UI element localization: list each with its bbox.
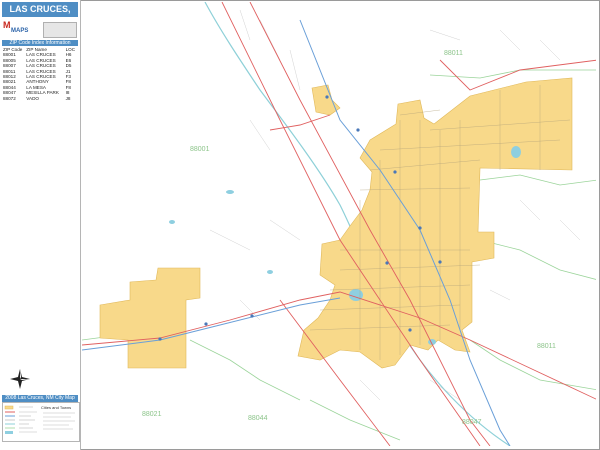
map-title: LAS CRUCES, NM <box>2 2 78 29</box>
logo-mark-sub: MAPS <box>11 28 29 34</box>
compass-icon <box>10 369 30 389</box>
legend-box: Cities and Towns <box>2 402 80 442</box>
zip-table: ZIP Code ZIP Name LOC 88001 LAS CRUCES H6 880… <box>3 47 77 101</box>
zip-label-88011-east: 88011 <box>537 343 556 350</box>
zip-table-body: 88001 LAS CRUCES H6 88005 LAS CRUCES E6 88007 L… <box>3 52 77 101</box>
zip-table-row: 88007 LAS CRUCES D5 <box>3 63 77 68</box>
legend-subtitle: Cities and Towns <box>41 405 72 410</box>
map-svg <box>82 2 596 446</box>
zip-label-88001: 88001 <box>190 146 210 153</box>
zip-table-header: ZIP Code Index Information <box>2 40 78 46</box>
zip-table-cell: VADO <box>26 95 39 101</box>
zip-label-88021: 88021 <box>142 411 162 418</box>
zip-label-88011-north: 88011 <box>444 50 463 57</box>
logo-icon: M MAPS <box>3 20 77 38</box>
zip-table-row: 88047 MESILLA PARK I8 <box>3 90 77 95</box>
zip-label-88047: 88047 <box>462 419 482 426</box>
zip-label-88044: 88044 <box>248 415 268 422</box>
zip-table-cell: J8 <box>65 95 71 101</box>
legend-header: 2008 Las Cruces, NM City Map <box>2 395 78 402</box>
highways <box>82 2 596 446</box>
logo-mark: M <box>3 20 11 30</box>
zip-table-cell: 88072 <box>3 95 16 101</box>
logo-badge <box>43 22 77 38</box>
map-canvas[interactable]: 88011 88001 88011 88021 88044 88047 <box>82 2 596 446</box>
zip-table-row: 88072 VADO J8 <box>3 96 77 101</box>
sidebar: LAS CRUCES, NM M MAPS ZIP Code Index Inf… <box>0 0 81 450</box>
